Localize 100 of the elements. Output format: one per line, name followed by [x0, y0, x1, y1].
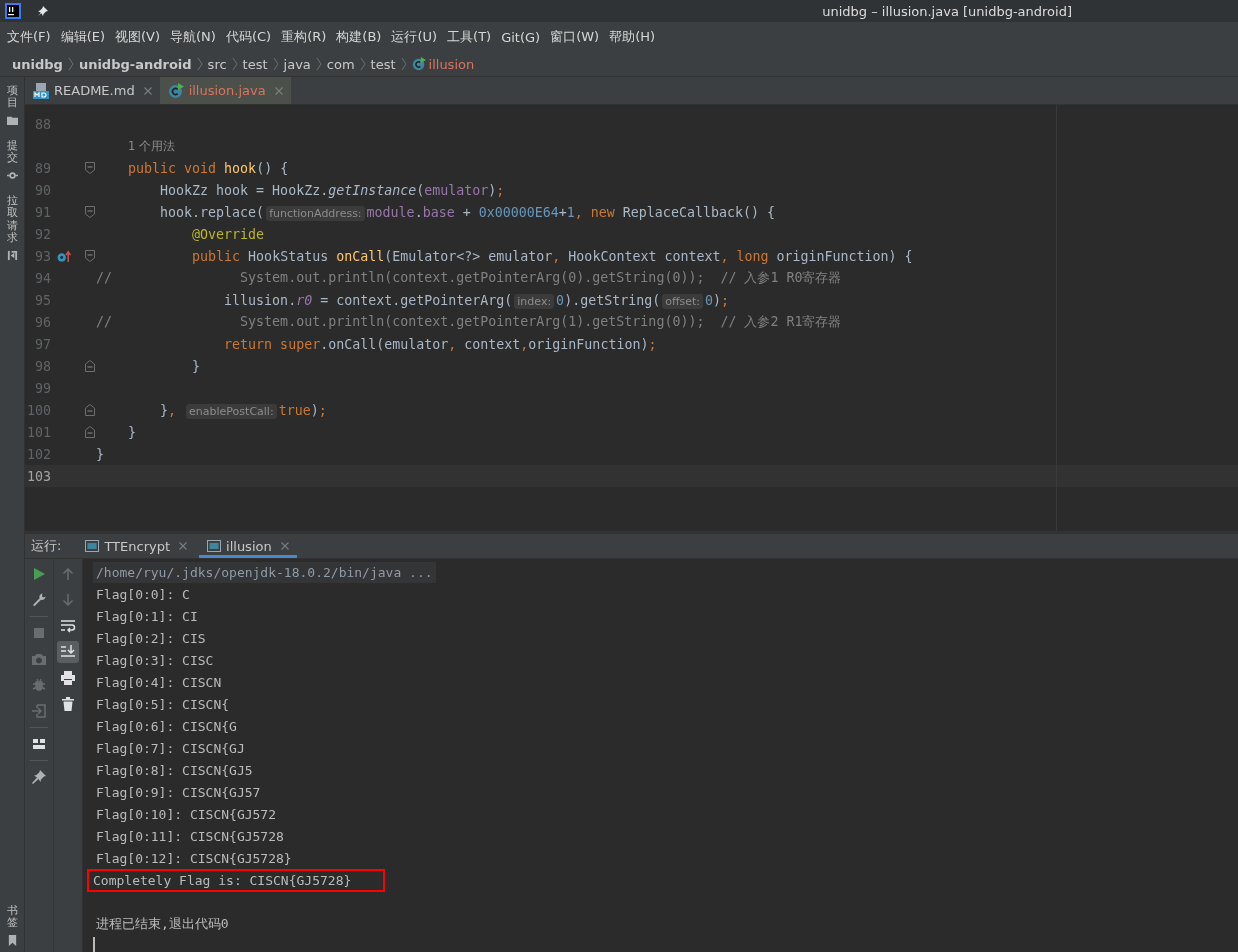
- code-line: }: [96, 446, 104, 462]
- console-line: Flag[0:5]: CISCN{: [95, 695, 231, 714]
- menu-item[interactable]: 运行(U): [386, 28, 443, 46]
- chevron-icon: [67, 57, 74, 71]
- fold-marker-icon[interactable]: [85, 404, 95, 416]
- stop-icon: [31, 625, 47, 641]
- markdown-file-icon: [33, 82, 49, 99]
- line-number: 89: [35, 160, 51, 176]
- breadcrumb-item[interactable]: test: [370, 56, 396, 72]
- menu-item[interactable]: 窗口(W): [545, 28, 605, 46]
- console-line: Flag[0:4]: CISCN: [95, 673, 223, 692]
- close-icon[interactable]: [280, 542, 289, 550]
- class-icon: [167, 82, 184, 99]
- console-line: Flag[0:11]: CISCN{GJ5728: [95, 827, 285, 846]
- menu-item[interactable]: 代码(C): [220, 28, 277, 46]
- console-icon: [85, 540, 100, 552]
- line-number: 94: [35, 270, 51, 286]
- code-line: hook.replace( functionAddress: module.base + 0x00000E64+1, new ReplaceCallback() {: [159, 204, 775, 220]
- chevron-icon: [359, 57, 366, 71]
- console-line: Flag[0:6]: CISCN{G: [95, 717, 238, 736]
- menu-item[interactable]: 导航(N): [165, 28, 221, 46]
- line-number: 93: [35, 248, 51, 264]
- code-line: // System.out.println(context.getPointerArg(0).getString(0)); // 入参1 R0寄存器: [96, 269, 842, 287]
- menu-item[interactable]: 文件(F): [2, 28, 56, 46]
- chevron-icon: [400, 57, 407, 71]
- menu-item[interactable]: 帮助(H): [604, 28, 661, 46]
- fold-marker-icon[interactable]: [85, 250, 95, 262]
- chevron-icon: [196, 57, 203, 71]
- code-line: // System.out.println(context.getPointerArg(1).getString(0)); // 入参2 R1寄存器: [96, 313, 842, 331]
- code-line: }, enablePostCall: true);: [159, 402, 327, 418]
- layout-icon: [31, 736, 47, 752]
- usage-hint[interactable]: 1 个用法: [128, 138, 175, 154]
- breadcrumb-item[interactable]: test: [242, 56, 268, 72]
- fold-marker-icon[interactable]: [85, 206, 95, 218]
- text-cursor: [93, 937, 95, 952]
- breadcrumb-item[interactable]: java: [283, 56, 311, 72]
- code-line: return super.onCall(emulator, context,originFunction);: [223, 336, 657, 352]
- line-number: 92: [35, 226, 51, 242]
- line-number: 97: [35, 336, 51, 352]
- console-line: Flag[0:9]: CISCN{GJ57: [95, 783, 262, 802]
- camera-icon: [31, 651, 47, 667]
- commit-icon[interactable]: [6, 170, 18, 182]
- console-line: Flag[0:2]: CIS: [95, 629, 207, 648]
- code-line: illusion.r0 = context.getPointerArg( index: 0).getString( offset: 0);: [223, 292, 730, 308]
- console-line: Flag[0:12]: CISCN{GJ5728}: [95, 849, 293, 868]
- menu-item[interactable]: 构建(B): [331, 28, 387, 46]
- run-panel-label: 运行:: [31, 537, 62, 555]
- line-number: 90: [35, 182, 51, 198]
- tool-window-label[interactable]: 项目: [6, 85, 18, 110]
- breadcrumb-item[interactable]: com: [326, 56, 355, 72]
- console-line: 进程已结束,退出代码0: [95, 915, 230, 933]
- menu-item[interactable]: Git(G): [496, 29, 546, 45]
- console-line: Flag[0:8]: CISCN{GJ5: [95, 761, 254, 780]
- menu-item[interactable]: 视图(V): [110, 28, 166, 46]
- code-line: HookZz hook = HookZz.getInstance(emulator);: [159, 182, 505, 198]
- chevron-icon: [231, 57, 238, 71]
- menu-item[interactable]: 编辑(E): [55, 28, 110, 46]
- wrench-icon: [31, 592, 47, 608]
- breadcrumb-item[interactable]: unidbg-android: [78, 56, 192, 72]
- line-number: 101: [26, 424, 51, 440]
- exit-icon: [31, 703, 47, 719]
- close-icon[interactable]: [143, 86, 152, 95]
- line-number: 95: [35, 292, 51, 308]
- line-number: 102: [26, 446, 51, 462]
- breadcrumb-item[interactable]: illusion: [411, 56, 475, 72]
- breadcrumb-item[interactable]: src: [207, 56, 227, 72]
- menu-item[interactable]: 工具(T): [442, 28, 497, 46]
- code-line: @Override: [191, 226, 265, 242]
- console-icon: [207, 540, 222, 552]
- chevron-icon: [272, 57, 279, 71]
- tool-window-label[interactable]: 提交: [6, 140, 18, 165]
- tool-window-label[interactable]: 拉取请求: [6, 195, 18, 244]
- folder-icon[interactable]: [6, 115, 18, 127]
- bookmark-icon[interactable]: [6, 935, 18, 946]
- close-icon[interactable]: [274, 86, 283, 95]
- breadcrumb-item[interactable]: unidbg: [12, 56, 63, 72]
- fold-marker-icon[interactable]: [85, 426, 95, 438]
- line-number: 88: [35, 116, 51, 132]
- close-icon[interactable]: [179, 542, 188, 550]
- console-line: Flag[0:0]: C: [95, 585, 191, 604]
- editor-tab[interactable]: README.md: [25, 77, 160, 104]
- run-tab[interactable]: TTEncrypt: [77, 534, 196, 558]
- line-number: 100: [26, 402, 51, 418]
- tool-window-label[interactable]: 书签: [6, 904, 18, 929]
- app-logo-icon: [5, 3, 21, 19]
- override-marker-icon[interactable]: [57, 249, 72, 263]
- pin-icon[interactable]: [37, 5, 49, 17]
- console-line: Flag[0:3]: CISC: [95, 651, 215, 670]
- line-number: 98: [35, 358, 51, 374]
- code-line: public void hook() {: [127, 160, 289, 176]
- fold-marker-icon[interactable]: [85, 162, 95, 174]
- pull-request-icon[interactable]: [6, 249, 18, 261]
- line-number: 91: [35, 204, 51, 220]
- menu-item[interactable]: 重构(R): [276, 28, 332, 46]
- bug-icon: [31, 677, 47, 693]
- fold-marker-icon[interactable]: [85, 360, 95, 372]
- line-number: 99: [35, 380, 51, 396]
- console-line: Flag[0:1]: CI: [95, 607, 199, 626]
- play-icon: [31, 566, 47, 582]
- code-line: public HookStatus onCall(Emulator<?> emulator, HookContext context, long originFunction) {: [191, 248, 913, 264]
